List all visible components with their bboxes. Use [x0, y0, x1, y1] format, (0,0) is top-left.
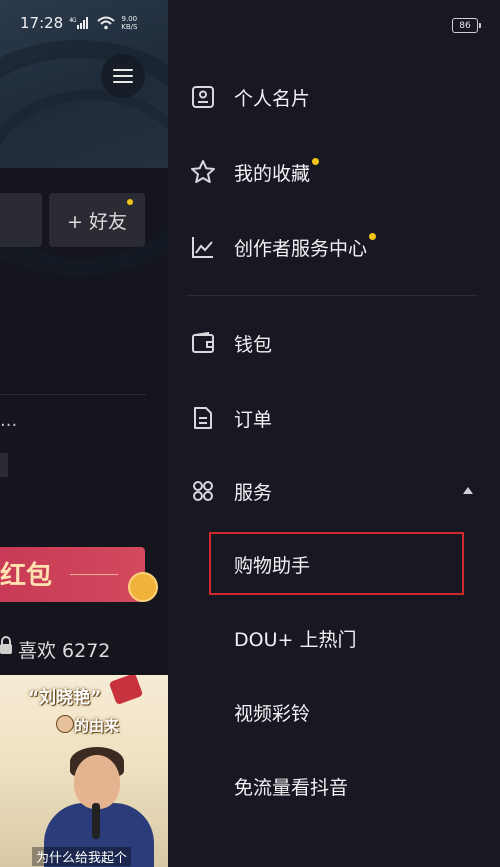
service-item-video-ringtone[interactable]: 视频彩铃 [234, 699, 310, 726]
divider [186, 295, 478, 296]
coin-icon [128, 572, 158, 602]
chevron-up-icon[interactable] [463, 487, 473, 494]
drawer-item-label: 订单 [234, 408, 273, 431]
notification-dot [369, 232, 377, 240]
drawer-item-label: 钱包 [234, 333, 273, 356]
chart-icon [190, 234, 216, 260]
banner-title: 红包 [0, 561, 53, 591]
video-subtitle: 的由来 [74, 717, 120, 735]
avatar [56, 715, 74, 733]
wifi-icon [97, 16, 115, 30]
clock: 17:28 [20, 14, 64, 32]
more-text: ... [0, 410, 18, 431]
add-friend-button[interactable]: + 好友 [49, 193, 145, 247]
lock-icon [0, 636, 12, 663]
hamburger-menu-button[interactable] [101, 54, 145, 98]
document-icon [190, 405, 216, 431]
star-icon [190, 159, 216, 185]
net-speed: 9.00 KB/S [121, 15, 138, 31]
notification-dot [312, 157, 320, 165]
drawer-item-creator-center[interactable]: 创作者服务中心 [190, 232, 377, 262]
video-caption: 为什么给我起个 [32, 847, 132, 866]
edit-profile-button[interactable] [0, 193, 42, 247]
side-drawer: 86 个人名片 我的收藏 创作者服务中心 钱包 订单 服务 购物助手 DOU+ … [168, 0, 500, 867]
microphone-icon [92, 803, 100, 839]
drawer-item-label: 创作者服务中心 [234, 232, 377, 261]
video-thumbnail[interactable]: “刘晓艳” 的由来 为什么给我起个 [0, 675, 168, 867]
likes-tab[interactable]: 喜欢 6272 [0, 636, 110, 663]
drawer-item-business-card[interactable]: 个人名片 [190, 82, 310, 112]
drawer-item-label: 我的收藏 [234, 157, 320, 186]
drawer-item-label: 服务 [234, 481, 273, 504]
drawer-item-services[interactable]: 服务 [190, 476, 272, 506]
service-item-free-data[interactable]: 免流量看抖音 [234, 773, 348, 800]
background-profile-page: 17:28 4G 9.00 KB/S + 好友 ... 红包 喜欢 6272 “… [0, 0, 168, 867]
drawer-item-orders[interactable]: 订单 [190, 403, 272, 433]
drawer-item-wallet[interactable]: 钱包 [190, 328, 272, 358]
id-card-icon [190, 84, 216, 110]
red-packet-banner[interactable]: 红包 [0, 547, 158, 602]
battery-icon: 86 [452, 18, 481, 33]
video-title: “刘晓艳” [28, 688, 102, 708]
wallet-icon [190, 330, 216, 356]
signal-icon: 4G [69, 16, 91, 30]
highlight-box [209, 532, 464, 595]
divider [0, 394, 146, 395]
drawer-item-label: 个人名片 [234, 87, 311, 110]
grid-icon [190, 478, 216, 504]
status-bar: 17:28 4G 9.00 KB/S [20, 14, 137, 32]
tag [0, 453, 8, 477]
svg-text:4G: 4G [69, 17, 77, 24]
service-item-dou-plus[interactable]: DOU+ 上热门 [234, 625, 356, 652]
drawer-item-favorites[interactable]: 我的收藏 [190, 157, 320, 187]
notification-dot [127, 199, 133, 205]
